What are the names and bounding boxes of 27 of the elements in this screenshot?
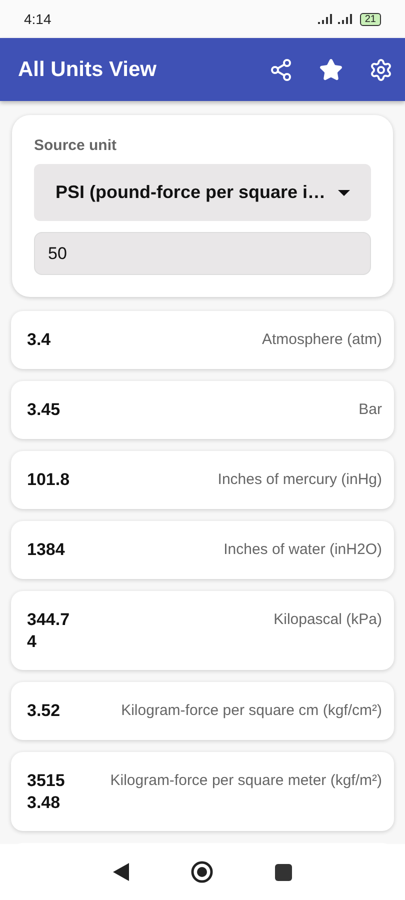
unit-name: Inches of mercury (inHg) (218, 470, 382, 490)
caret-icon (338, 190, 350, 196)
back-icon[interactable] (113, 863, 129, 881)
clock: 4:14 (24, 11, 52, 27)
result-value: 1384 (27, 539, 65, 561)
result-value: 3.52 (27, 700, 60, 722)
unit-name: Bar (358, 400, 382, 420)
result-value: 3.4 (27, 329, 51, 351)
home-icon[interactable] (191, 861, 213, 883)
unit-name: Atmosphere (atm) (262, 330, 382, 350)
unit-name: Inches of water (inH2O) (224, 540, 382, 560)
unit-name: Kilogram-force per square meter (kgf/m²) (110, 771, 382, 791)
result-value: 344.74 (27, 609, 71, 653)
unit-name: Kilopascal (kPa) (274, 610, 382, 630)
unit-name: Kilogram-force per square cm (kgf/cm²) (121, 701, 382, 721)
result-value: 3.45 (27, 399, 60, 421)
recents-icon[interactable] (275, 864, 292, 880)
result-value: 101.8 (27, 469, 70, 491)
app-title: All Units View (18, 58, 158, 82)
result-value: 35153.48 (27, 770, 66, 814)
unit-dropdown[interactable]: PSI (pound-force per square i… (34, 164, 371, 221)
share-icon[interactable] (269, 58, 293, 82)
star-icon[interactable] (319, 58, 343, 82)
settings-icon[interactable] (369, 58, 393, 82)
value-input[interactable]: 50 (34, 232, 371, 275)
battery-icon: 21 (360, 12, 381, 26)
source-label: Source unit (34, 137, 118, 154)
